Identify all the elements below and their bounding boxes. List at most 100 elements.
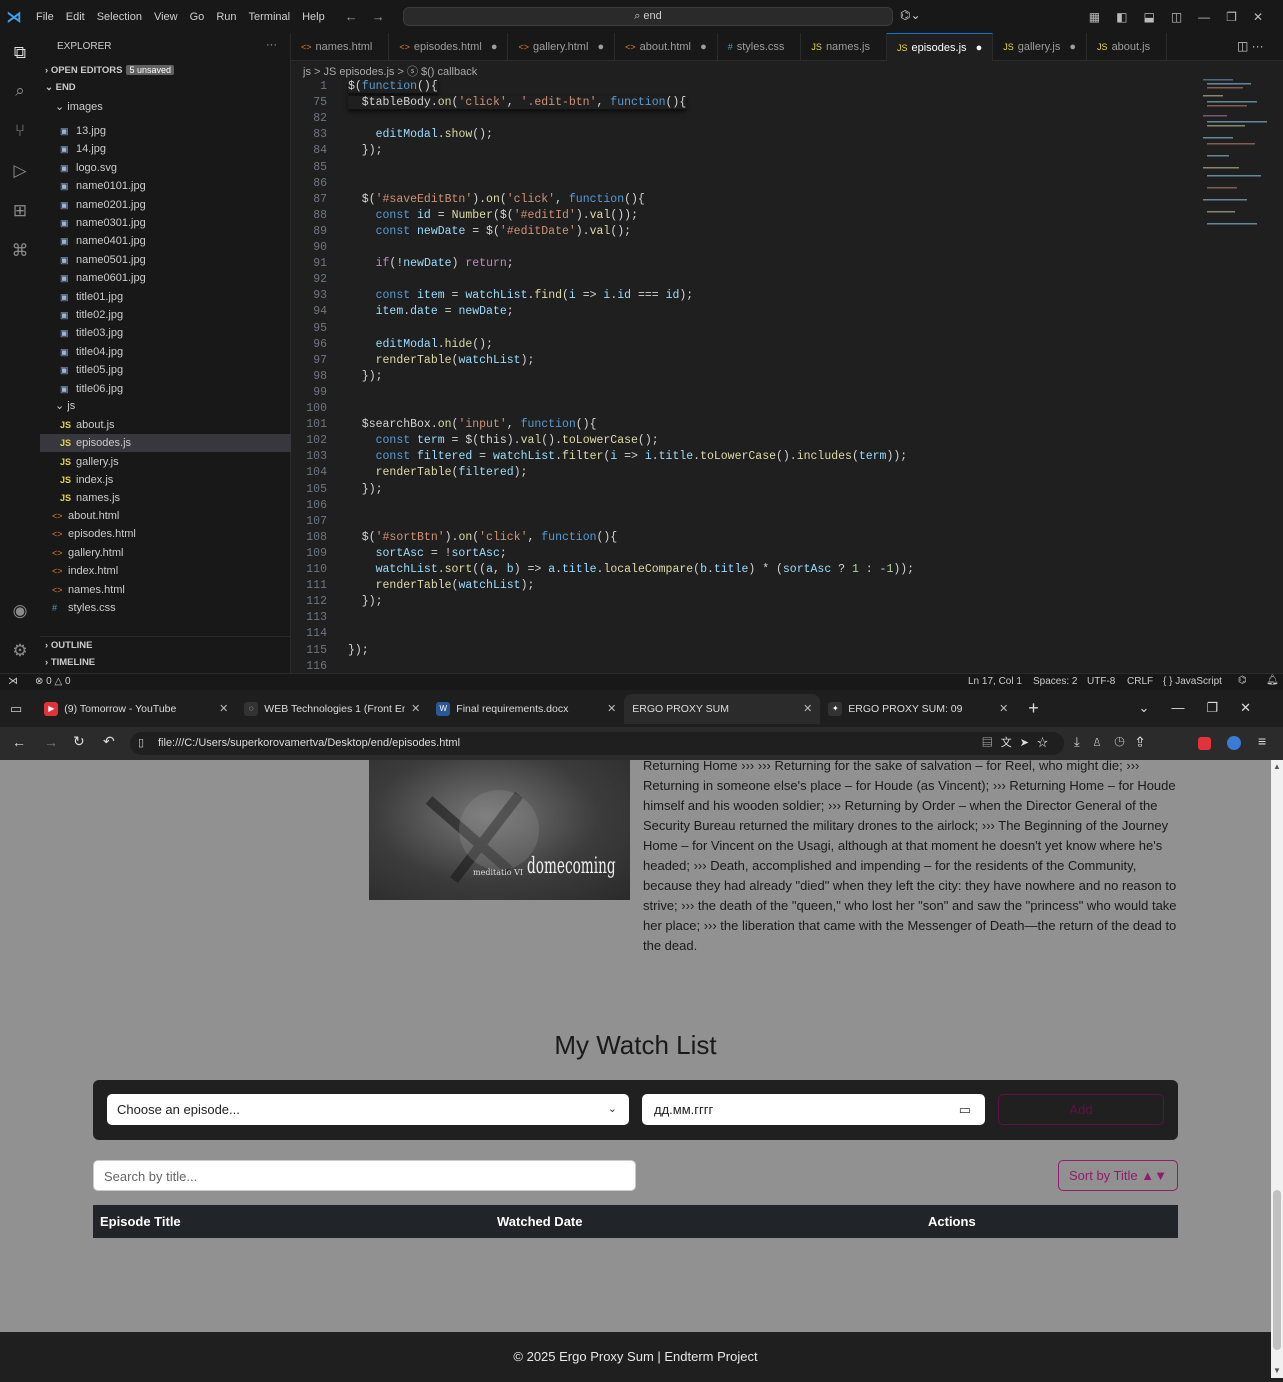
youtube-extension-icon[interactable] bbox=[1198, 737, 1211, 750]
editor-tab[interactable]: <> gallery.html ● bbox=[508, 33, 616, 61]
menu-run[interactable]: Run bbox=[210, 11, 242, 23]
timeline-section[interactable]: › TIMELINE bbox=[40, 654, 291, 672]
toggle-sidebar-icon[interactable]: ◧ bbox=[1116, 10, 1127, 24]
add-button[interactable]: Add bbox=[998, 1094, 1164, 1125]
search-input[interactable]: Search by title... bbox=[93, 1160, 636, 1191]
editor-tab[interactable]: JS names.js bbox=[801, 33, 887, 61]
new-tab-icon[interactable]: + bbox=[1028, 698, 1039, 719]
unsaved-dot-icon[interactable]: ● bbox=[973, 42, 983, 54]
close-icon[interactable]: ✕ bbox=[1253, 10, 1263, 24]
file-item[interactable]: ▣ title06.jpg bbox=[40, 380, 291, 398]
toggle-secondary-sidebar-icon[interactable]: ◫ bbox=[1171, 10, 1182, 24]
menu-view[interactable]: View bbox=[148, 11, 184, 23]
menu-file[interactable]: File bbox=[30, 11, 60, 23]
tab-close-icon[interactable]: ✕ bbox=[803, 694, 812, 724]
address-actions-icons[interactable]: ▤文➤☆ bbox=[982, 732, 1056, 755]
sort-by-title-button[interactable]: Sort by Title ▲▼ bbox=[1058, 1160, 1178, 1191]
forward-icon[interactable]: → bbox=[44, 734, 58, 750]
browser-menu-icon[interactable]: ≡ bbox=[1258, 733, 1266, 749]
file-item[interactable]: ▣ name0101.jpg bbox=[40, 177, 291, 195]
tab-close-icon[interactable]: ✕ bbox=[219, 694, 228, 724]
run-debug-icon[interactable]: ▷ bbox=[8, 159, 32, 183]
profile-avatar[interactable] bbox=[1227, 736, 1241, 750]
back-icon[interactable]: ← bbox=[12, 734, 26, 750]
unsaved-dot-icon[interactable]: ● bbox=[1066, 41, 1076, 53]
file-item[interactable]: ▣ title02.jpg bbox=[40, 306, 291, 324]
source-control-icon[interactable]: ⑂ bbox=[8, 119, 32, 143]
file-item[interactable]: JS names.js bbox=[40, 489, 291, 507]
address-bar[interactable]: ▯ file:///C:/Users/superkorovamertva/Des… bbox=[130, 732, 1064, 755]
customize-layout-icon[interactable]: ▦ bbox=[1089, 10, 1100, 24]
file-item[interactable]: JS index.js bbox=[40, 471, 291, 489]
date-input[interactable]: дд.мм.гггг ▭ bbox=[642, 1094, 985, 1125]
file-item[interactable]: ▣ 13.jpg bbox=[40, 122, 291, 140]
browser-tab[interactable]: W Final requirements.docx ✕ bbox=[428, 694, 624, 724]
more-actions-icon[interactable]: ··· bbox=[266, 39, 277, 51]
file-item[interactable]: <> index.html bbox=[40, 562, 291, 580]
file-item[interactable]: ▣ title04.jpg bbox=[40, 343, 291, 361]
folder-js[interactable]: ⌄ js bbox=[40, 397, 291, 415]
toggle-panel-icon[interactable]: ⬓ bbox=[1143, 10, 1154, 24]
explorer-icon[interactable]: ⧉ bbox=[8, 41, 32, 65]
scroll-up-icon[interactable]: ▲ bbox=[1273, 762, 1281, 771]
outline-section[interactable]: › OUTLINE bbox=[40, 636, 291, 654]
menu-selection[interactable]: Selection bbox=[91, 11, 148, 23]
editor-tab[interactable]: JS gallery.js ● bbox=[993, 33, 1088, 61]
file-item[interactable]: ▣ name0301.jpg bbox=[40, 214, 291, 232]
copilot-icon[interactable]: ⌬⌄ bbox=[900, 8, 921, 22]
menu-help[interactable]: Help bbox=[296, 11, 331, 23]
line-ending[interactable]: CRLF bbox=[1127, 676, 1153, 687]
cursor-position[interactable]: Ln 17, Col 1 bbox=[968, 676, 1022, 687]
file-item[interactable]: ▣ title05.jpg bbox=[40, 361, 291, 379]
file-item[interactable]: ▣ name0401.jpg bbox=[40, 232, 291, 250]
file-item[interactable]: <> episodes.html bbox=[40, 525, 291, 543]
file-item[interactable]: JS about.js bbox=[40, 416, 291, 434]
file-item[interactable]: <> names.html bbox=[40, 581, 291, 599]
file-item[interactable]: ▣ title01.jpg bbox=[40, 288, 291, 306]
reload-icon[interactable]: ↻ bbox=[73, 733, 85, 750]
page-scrollbar[interactable]: ▲ ▼ bbox=[1271, 760, 1283, 1378]
file-item[interactable]: JS episodes.js bbox=[40, 434, 291, 453]
tab-actions-icon[interactable]: ▭ bbox=[10, 701, 22, 717]
indentation[interactable]: Spaces: 2 bbox=[1033, 676, 1077, 687]
tab-close-icon[interactable]: ✕ bbox=[411, 694, 420, 724]
file-item[interactable]: JS gallery.js bbox=[40, 453, 291, 471]
menu-edit[interactable]: Edit bbox=[60, 11, 91, 23]
calendar-icon[interactable]: ▭ bbox=[959, 1094, 971, 1125]
editor-tab[interactable]: <> names.html bbox=[291, 33, 390, 61]
menu-terminal[interactable]: Terminal bbox=[243, 11, 297, 23]
remote-icon[interactable]: ⋊ bbox=[8, 676, 18, 687]
command-center[interactable]: ⌕ end bbox=[403, 7, 893, 26]
scrollbar-thumb[interactable] bbox=[1273, 1190, 1281, 1350]
toolbar-extension-icons[interactable]: ⤓♙◷⇪ bbox=[1074, 734, 1156, 750]
problems-indicator[interactable]: ⊗ 0 △ 0 bbox=[35, 676, 71, 687]
minimize-icon[interactable]: — bbox=[1198, 10, 1210, 24]
page-info-icon[interactable]: ▯ bbox=[138, 732, 144, 755]
file-item[interactable]: ▣ name0601.jpg bbox=[40, 269, 291, 287]
file-item[interactable]: ▣ name0501.jpg bbox=[40, 251, 291, 269]
language-mode[interactable]: { } JavaScript bbox=[1163, 676, 1222, 687]
forward-arrow-icon[interactable]: → bbox=[372, 9, 385, 24]
editor-tab[interactable]: <> episodes.html ● bbox=[389, 33, 509, 61]
search-icon[interactable]: ⌕ bbox=[8, 79, 32, 103]
file-item[interactable]: ▣ name0201.jpg bbox=[40, 196, 291, 214]
browser-tab[interactable]: ▶ (9) Tomorrow - YouTube ✕ bbox=[36, 694, 236, 724]
tab-close-icon[interactable]: ✕ bbox=[607, 694, 616, 724]
scroll-down-icon[interactable]: ▼ bbox=[1273, 1366, 1281, 1375]
editor-tab[interactable]: <> about.html ● bbox=[615, 33, 718, 61]
browser-tab[interactable]: ✦ ERGO PROXY SUM: 09 ✕ bbox=[820, 694, 1016, 724]
unsaved-dot-icon[interactable]: ● bbox=[488, 41, 498, 53]
split-editor-icon[interactable]: ◫ ··· bbox=[1237, 39, 1264, 53]
minimap[interactable] bbox=[1195, 75, 1275, 235]
file-item[interactable]: <> about.html bbox=[40, 507, 291, 525]
unsaved-dot-icon[interactable]: ● bbox=[594, 41, 604, 53]
open-editors-section[interactable]: › OPEN EDITORS 5 unsaved bbox=[40, 61, 291, 79]
root-folder[interactable]: ⌄ END bbox=[40, 79, 291, 97]
chat-icon[interactable]: ⌘ bbox=[8, 239, 32, 263]
back-arrow-icon[interactable]: ← bbox=[345, 9, 358, 24]
file-item[interactable]: ▣ title03.jpg bbox=[40, 324, 291, 342]
account-icon[interactable]: ◉ bbox=[8, 599, 32, 623]
extensions-icon[interactable]: ⊞ bbox=[8, 199, 32, 223]
file-item[interactable]: # styles.css bbox=[40, 599, 291, 617]
undo-close-icon[interactable]: ↶ bbox=[103, 733, 115, 750]
